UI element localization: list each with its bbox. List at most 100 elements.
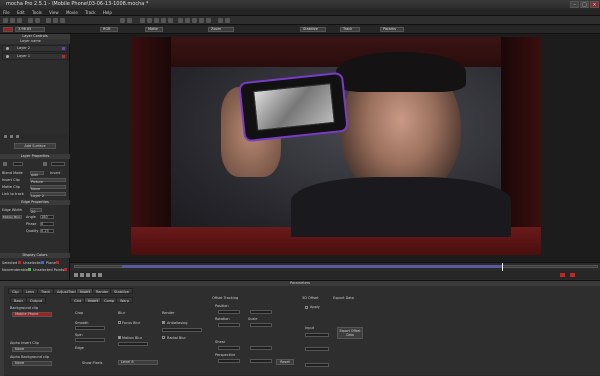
blend-mode-dropdown[interactable]: Add <box>30 171 44 177</box>
select-tool-icon[interactable] <box>120 18 125 23</box>
insert-clip-dropdown[interactable]: Picture <box>30 178 66 184</box>
clip-selector[interactable]: 3.98 85 <box>15 27 45 32</box>
shear-icon[interactable] <box>199 18 204 23</box>
open-icon[interactable] <box>10 18 15 23</box>
fps-field[interactable] <box>305 363 329 367</box>
keyframe-add-icon[interactable] <box>560 273 565 277</box>
selected-color-swatch[interactable] <box>18 261 21 264</box>
menu-tools[interactable]: Tools <box>29 9 45 16</box>
rotation-field[interactable] <box>218 323 240 327</box>
background-clip-dropdown[interactable]: Mobile Phone <box>12 312 52 317</box>
quality-field[interactable]: 0.25 <box>40 229 54 233</box>
perspective-icon[interactable] <box>206 18 211 23</box>
tab-clip[interactable]: Clip <box>8 288 23 294</box>
step-forward-icon[interactable] <box>92 273 96 277</box>
pointer-icon[interactable] <box>60 18 65 23</box>
out-point-field[interactable] <box>51 162 65 166</box>
angle-field[interactable]: 180 <box>40 215 54 219</box>
reset-button[interactable]: Reset <box>276 359 294 365</box>
radial-blur-checkbox[interactable] <box>162 336 165 339</box>
delete-layer-icon[interactable] <box>16 135 19 138</box>
play-forward-icon[interactable] <box>98 273 102 277</box>
playhead[interactable] <box>502 263 503 271</box>
matte-dropdown[interactable]: Matte <box>145 27 163 32</box>
phase-field[interactable]: 0 <box>40 222 54 226</box>
subtab-warp[interactable]: Warp <box>116 297 134 303</box>
zoom-dropdown[interactable]: Zoom <box>208 27 234 32</box>
maximize-button[interactable]: □ <box>580 1 589 8</box>
in-point-field[interactable] <box>13 162 23 166</box>
select-all-icon[interactable] <box>127 18 132 23</box>
output-field[interactable] <box>305 347 329 351</box>
motion-blur-checkbox[interactable]: Motion Blur <box>2 215 22 219</box>
menu-file[interactable]: File <box>0 9 13 16</box>
viewer-canvas[interactable] <box>70 34 600 262</box>
tab-stabilize[interactable]: Stabilize <box>110 288 133 294</box>
perspective-y-field[interactable] <box>250 359 272 363</box>
add-layer-icon[interactable] <box>4 135 7 138</box>
scale-icon[interactable] <box>192 18 197 23</box>
export-offset-data-button[interactable]: Export Offset Data <box>337 327 363 339</box>
apply-checkbox[interactable] <box>305 306 308 309</box>
position-y-field[interactable] <box>250 310 272 314</box>
bezier-tool-icon[interactable] <box>147 18 152 23</box>
video-frame[interactable] <box>131 37 541 255</box>
eye-icon[interactable] <box>6 47 9 50</box>
subtab-basic[interactable]: Basic <box>10 297 28 303</box>
step-back-icon[interactable] <box>80 273 84 277</box>
spin-field[interactable] <box>75 338 105 342</box>
in-point-icon[interactable] <box>3 162 7 166</box>
stop-icon[interactable] <box>86 273 90 277</box>
render-field[interactable] <box>162 328 202 332</box>
edge-width-field[interactable]: 20 <box>30 208 42 214</box>
layer-2-color-swatch[interactable] <box>62 47 65 50</box>
surface-icon[interactable] <box>218 18 223 23</box>
layer-row-2[interactable]: Layer 2 <box>2 45 68 52</box>
minimize-button[interactable]: – <box>570 1 579 8</box>
menu-view[interactable]: View <box>46 9 62 16</box>
unselected-points-color-swatch[interactable] <box>64 268 67 271</box>
shear-y-field[interactable] <box>250 346 272 350</box>
play-backward-icon[interactable] <box>74 273 78 277</box>
menu-movie[interactable]: Movie <box>63 9 81 16</box>
menu-track[interactable]: Track <box>82 9 98 16</box>
grid-icon[interactable] <box>225 18 230 23</box>
matte-clip-dropdown[interactable]: None <box>30 185 66 191</box>
position-x-field[interactable] <box>218 310 240 314</box>
duplicate-layer-icon[interactable] <box>10 135 13 138</box>
view-mode-dropdown[interactable]: RGB <box>100 27 118 32</box>
menu-help[interactable]: Help <box>100 9 115 16</box>
link-track-dropdown[interactable]: Layer 2 <box>30 192 66 198</box>
phone-tracked-surface[interactable] <box>238 71 349 143</box>
alpha-bg-dropdown[interactable]: None <box>12 361 52 366</box>
antialiasing-checkbox[interactable] <box>162 321 165 324</box>
keyframe-delete-icon[interactable] <box>570 273 575 277</box>
level-dropdown[interactable]: Level 8 <box>118 360 158 365</box>
new-icon[interactable] <box>3 18 8 23</box>
tab-lens[interactable]: Lens <box>22 288 39 294</box>
focus-blur-checkbox[interactable] <box>118 321 121 324</box>
track-toggle[interactable]: Track <box>340 27 360 32</box>
stabilize-toggle[interactable]: Stabilize <box>300 27 326 32</box>
scale-field[interactable] <box>250 323 272 327</box>
close-button[interactable]: × <box>590 1 599 8</box>
params-toggle[interactable]: Params <box>380 27 404 32</box>
circle-tool-icon[interactable] <box>168 18 173 23</box>
perspective-x-field[interactable] <box>218 359 240 363</box>
shear-x-field[interactable] <box>218 346 240 350</box>
alpha-insert-dropdown[interactable]: None <box>12 347 52 352</box>
save-icon[interactable] <box>17 18 22 23</box>
zoom-icon[interactable] <box>46 18 51 23</box>
eye-icon[interactable] <box>6 55 9 58</box>
subtab-output[interactable]: Output <box>26 297 47 303</box>
redo-icon[interactable] <box>35 18 40 23</box>
blur-amount-field[interactable] <box>118 342 148 346</box>
input-field[interactable] <box>305 333 329 337</box>
add-surface-button[interactable]: Add Surface <box>14 143 56 149</box>
rect-tool-icon[interactable] <box>161 18 166 23</box>
layer-row-1[interactable]: Layer 1 <box>2 53 68 60</box>
nonrenderable-color-swatch[interactable] <box>28 268 31 271</box>
undo-icon[interactable] <box>28 18 33 23</box>
rotate-icon[interactable] <box>185 18 190 23</box>
add-point-icon[interactable] <box>154 18 159 23</box>
